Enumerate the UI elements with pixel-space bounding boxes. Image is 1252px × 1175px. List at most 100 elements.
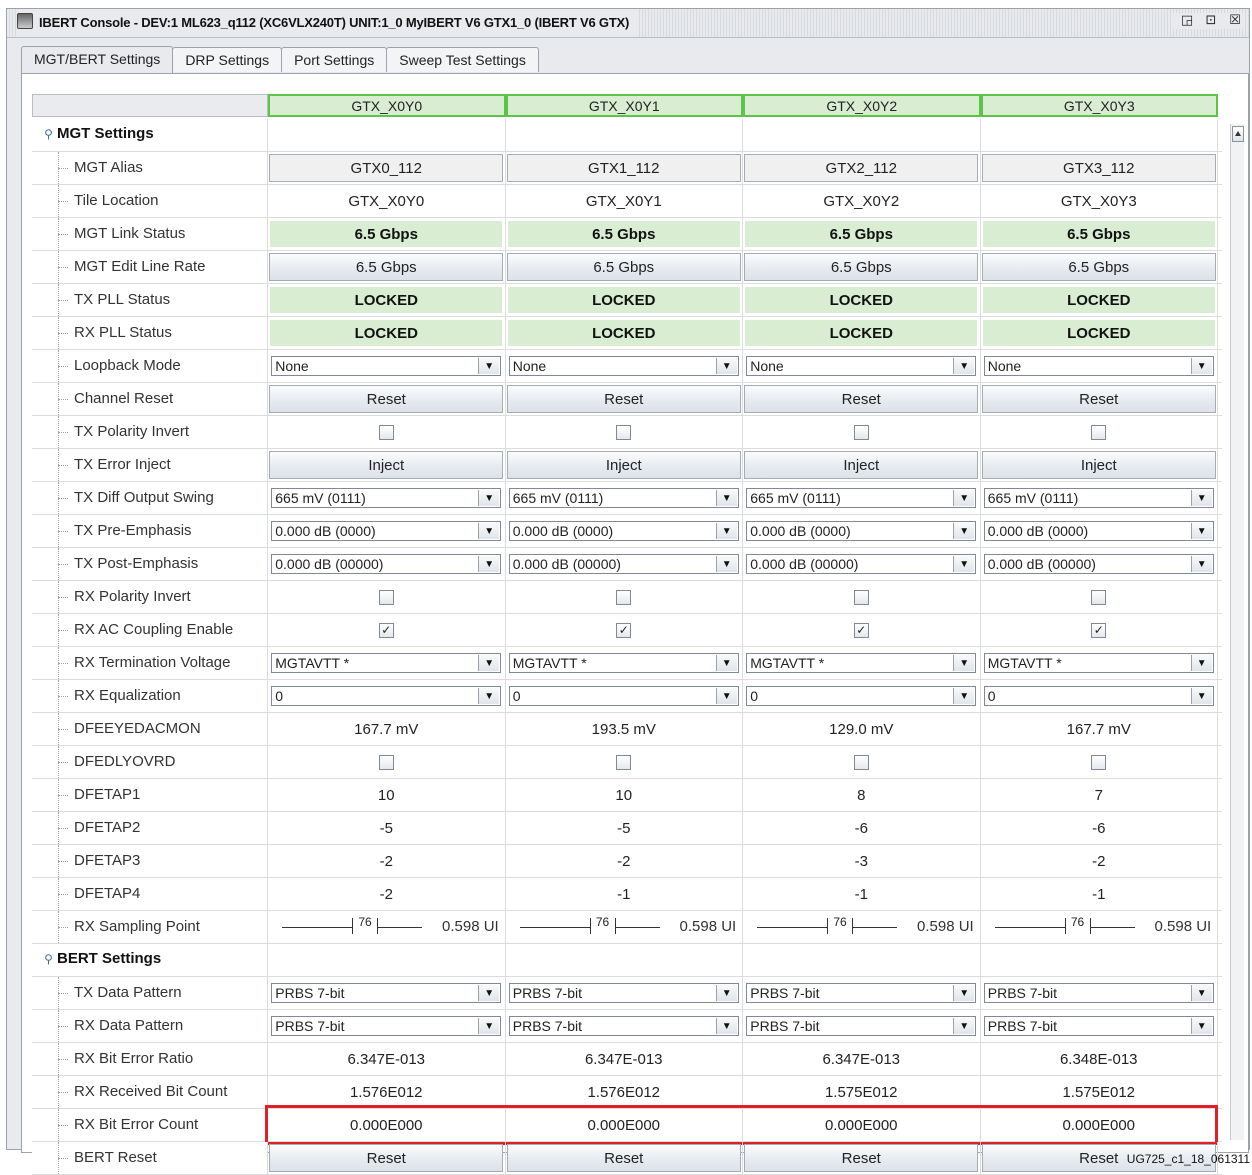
dropdown-select[interactable]: 0.000 dB (0000) ▼: [746, 521, 977, 541]
action-button[interactable]: 6.5 Gbps: [981, 253, 1216, 281]
action-button[interactable]: Inject: [506, 451, 741, 479]
chevron-down-icon[interactable]: ▼: [1190, 688, 1212, 704]
dropdown-select[interactable]: 0.000 dB (0000) ▼: [271, 521, 502, 541]
action-button[interactable]: 6.5 Gbps: [744, 253, 979, 281]
checkbox[interactable]: [853, 589, 869, 605]
checkbox[interactable]: [616, 754, 632, 770]
maximize-icon[interactable]: ⊡: [1203, 13, 1219, 29]
dropdown-select[interactable]: None ▼: [983, 356, 1214, 376]
section-title[interactable]: ⚲ MGT Settings: [44, 119, 154, 149]
chevron-down-icon[interactable]: ▼: [953, 523, 975, 539]
checkbox[interactable]: ✓: [1091, 622, 1107, 638]
chevron-down-icon[interactable]: ▼: [1190, 1018, 1212, 1034]
chevron-down-icon[interactable]: ▼: [1190, 358, 1212, 374]
expand-pin-icon[interactable]: ⚲: [44, 944, 53, 974]
action-button[interactable]: Reset: [269, 385, 504, 413]
action-button[interactable]: Reset: [506, 1144, 741, 1172]
action-button[interactable]: 6.5 Gbps: [269, 253, 504, 281]
dropdown-select[interactable]: 0.000 dB (00000) ▼: [983, 554, 1214, 574]
chevron-down-icon[interactable]: ▼: [1190, 523, 1212, 539]
alias-field[interactable]: GTX3_112: [981, 154, 1216, 182]
tab-mgt-bert-settings[interactable]: MGT/BERT Settings: [21, 46, 174, 73]
action-button[interactable]: Inject: [981, 451, 1216, 479]
checkbox[interactable]: [616, 589, 632, 605]
chevron-down-icon[interactable]: ▼: [1190, 556, 1212, 572]
chevron-down-icon[interactable]: ▼: [478, 358, 500, 374]
checkbox[interactable]: [378, 589, 394, 605]
action-button[interactable]: 6.5 Gbps: [506, 253, 741, 281]
chevron-down-icon[interactable]: ▼: [953, 655, 975, 671]
chevron-down-icon[interactable]: ▼: [715, 655, 737, 671]
checkbox[interactable]: [1091, 589, 1107, 605]
checkbox[interactable]: [616, 424, 632, 440]
checkbox[interactable]: [1091, 754, 1107, 770]
action-button[interactable]: Reset: [981, 385, 1216, 413]
alias-field[interactable]: GTX2_112: [744, 154, 979, 182]
chevron-down-icon[interactable]: ▼: [1190, 985, 1212, 1001]
sampling-point-slider[interactable]: 76 0.598 UI: [757, 911, 982, 943]
dropdown-select[interactable]: 0 ▼: [271, 686, 502, 706]
dropdown-select[interactable]: None ▼: [746, 356, 977, 376]
sampling-point-slider[interactable]: 76 0.598 UI: [519, 911, 745, 943]
expand-pin-icon[interactable]: ⚲: [44, 119, 53, 149]
chevron-down-icon[interactable]: ▼: [715, 523, 737, 539]
action-button[interactable]: Inject: [744, 451, 979, 479]
checkbox[interactable]: ✓: [378, 622, 394, 638]
checkbox[interactable]: ✓: [853, 622, 869, 638]
vertical-scrollbar[interactable]: [1230, 124, 1244, 1140]
column-header[interactable]: GTX_X0Y2: [743, 94, 981, 117]
chevron-down-icon[interactable]: ▼: [478, 985, 500, 1001]
dropdown-select[interactable]: 665 mV (0111) ▼: [746, 488, 977, 508]
chevron-down-icon[interactable]: ▼: [953, 688, 975, 704]
dropdown-select[interactable]: PRBS 7-bit ▼: [746, 983, 977, 1003]
chevron-down-icon[interactable]: ▼: [478, 1018, 500, 1034]
action-button[interactable]: Reset: [744, 1144, 979, 1172]
chevron-down-icon[interactable]: ▼: [715, 1018, 737, 1034]
chevron-down-icon[interactable]: ▼: [478, 556, 500, 572]
dropdown-select[interactable]: 665 mV (0111) ▼: [508, 488, 739, 508]
dropdown-select[interactable]: 0 ▼: [508, 686, 739, 706]
chevron-down-icon[interactable]: ▼: [953, 1018, 975, 1034]
dropdown-select[interactable]: PRBS 7-bit ▼: [983, 983, 1214, 1003]
restore-icon[interactable]: ◲: [1179, 13, 1195, 29]
action-button[interactable]: Reset: [506, 385, 741, 413]
checkbox[interactable]: ✓: [616, 622, 632, 638]
tab-port-settings[interactable]: Port Settings: [281, 47, 388, 72]
title-bar[interactable]: IBERT Console - DEV:1 ML623_q112 (XC6VLX…: [7, 9, 1249, 38]
chevron-down-icon[interactable]: ▼: [478, 523, 500, 539]
scroll-up-icon[interactable]: [1232, 126, 1244, 142]
dropdown-select[interactable]: PRBS 7-bit ▼: [508, 983, 739, 1003]
dropdown-select[interactable]: MGTAVTT * ▼: [746, 653, 977, 673]
chevron-down-icon[interactable]: ▼: [953, 985, 975, 1001]
section-title[interactable]: ⚲ BERT Settings: [44, 944, 161, 974]
chevron-down-icon[interactable]: ▼: [953, 556, 975, 572]
dropdown-select[interactable]: 665 mV (0111) ▼: [983, 488, 1214, 508]
dropdown-select[interactable]: PRBS 7-bit ▼: [746, 1016, 977, 1036]
column-header[interactable]: GTX_X0Y3: [980, 94, 1218, 117]
checkbox[interactable]: [853, 754, 869, 770]
chevron-down-icon[interactable]: ▼: [715, 358, 737, 374]
sampling-point-slider[interactable]: 76 0.598 UI: [282, 911, 507, 943]
sampling-point-slider[interactable]: 76 0.598 UI: [994, 911, 1220, 943]
checkbox[interactable]: [853, 424, 869, 440]
chevron-down-icon[interactable]: ▼: [478, 490, 500, 506]
action-button[interactable]: Reset: [744, 385, 979, 413]
dropdown-select[interactable]: PRBS 7-bit ▼: [271, 983, 502, 1003]
dropdown-select[interactable]: 0.000 dB (00000) ▼: [508, 554, 739, 574]
dropdown-select[interactable]: MGTAVTT * ▼: [271, 653, 502, 673]
dropdown-select[interactable]: None ▼: [271, 356, 502, 376]
dropdown-select[interactable]: 0.000 dB (0000) ▼: [983, 521, 1214, 541]
close-icon[interactable]: ☒: [1227, 13, 1243, 29]
chevron-down-icon[interactable]: ▼: [715, 556, 737, 572]
dropdown-select[interactable]: PRBS 7-bit ▼: [271, 1016, 502, 1036]
chevron-down-icon[interactable]: ▼: [715, 490, 737, 506]
alias-field[interactable]: GTX1_112: [506, 154, 741, 182]
dropdown-select[interactable]: 0.000 dB (00000) ▼: [746, 554, 977, 574]
dropdown-select[interactable]: MGTAVTT * ▼: [983, 653, 1214, 673]
chevron-down-icon[interactable]: ▼: [1190, 655, 1212, 671]
tab-drp-settings[interactable]: DRP Settings: [172, 47, 283, 72]
chevron-down-icon[interactable]: ▼: [715, 688, 737, 704]
dropdown-select[interactable]: 0 ▼: [746, 686, 977, 706]
column-header[interactable]: GTX_X0Y1: [505, 94, 743, 117]
dropdown-select[interactable]: 0.000 dB (0000) ▼: [508, 521, 739, 541]
